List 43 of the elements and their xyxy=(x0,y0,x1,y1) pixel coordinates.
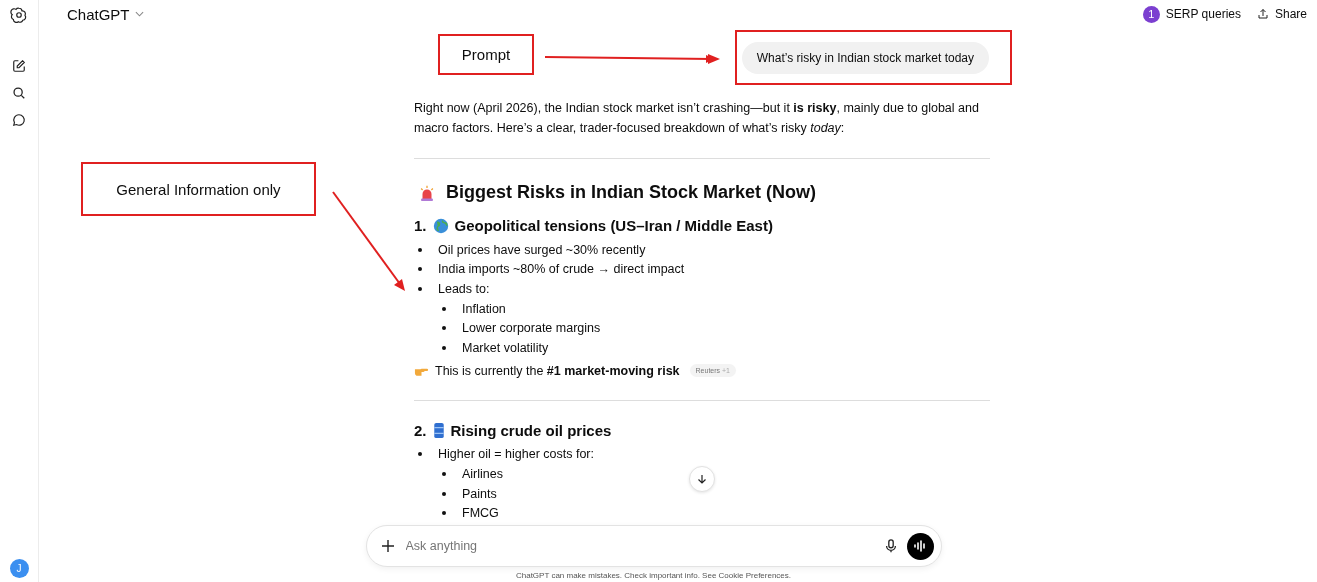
model-selector[interactable]: ChatGPT xyxy=(61,1,150,27)
message-composer[interactable]: Ask anything xyxy=(365,525,942,567)
bullet-text: Higher oil = higher costs for: xyxy=(438,447,594,462)
chat-bubble-icon[interactable] xyxy=(12,113,26,127)
share-button[interactable]: Share xyxy=(1256,7,1307,21)
serp-queries-button[interactable]: 1 SERP queries xyxy=(1142,5,1241,23)
section-heading: Geopolitical tensions (US–Iran / Middle East) xyxy=(454,217,773,234)
message-input[interactable]: Ask anything xyxy=(403,538,875,554)
search-icon[interactable] xyxy=(12,86,26,100)
bullet-text: FMCG xyxy=(462,506,499,521)
response-heading: Biggest Risks in Indian Stock Market (Now) xyxy=(446,182,817,203)
disclaimer-text: ChatGPT can make mistakes. Check important info. See Cookie Preferences. xyxy=(515,571,792,580)
count-badge: 1 xyxy=(1142,5,1160,23)
globe-icon xyxy=(432,217,449,234)
waveform-icon xyxy=(913,540,927,552)
annotation-box: General Information only xyxy=(81,162,316,216)
arrow-down-icon xyxy=(696,473,708,485)
bullet-text: Oil prices have surged ~30% recently xyxy=(438,242,646,257)
voice-mode-button[interactable] xyxy=(906,532,934,560)
new-chat-icon[interactable] xyxy=(12,59,26,73)
barrel-icon xyxy=(432,421,445,439)
siren-icon xyxy=(418,183,436,202)
bullet-text: Paints xyxy=(462,486,497,501)
bullet-text: Market volatility xyxy=(462,340,549,355)
share-icon xyxy=(1256,8,1269,20)
user-message: What’s risky in Indian stock market today xyxy=(741,42,989,74)
bullet-text: Airlines xyxy=(462,466,503,481)
bullet-text: Leads to: xyxy=(438,282,490,296)
bullet-text: Inflation xyxy=(462,301,506,316)
section-heading: Rising crude oil prices xyxy=(450,421,612,439)
bullet-text: Lower corporate margins xyxy=(462,321,601,336)
logo-icon[interactable] xyxy=(10,6,28,24)
bullet-text: India imports ~80% of crude → direct impact xyxy=(438,262,685,277)
annotation-box: Prompt xyxy=(438,34,534,75)
microphone-icon[interactable] xyxy=(884,539,897,553)
section-number: 2. xyxy=(414,421,427,439)
chevron-down-icon xyxy=(134,11,144,17)
serp-queries-label: SERP queries xyxy=(1165,7,1241,21)
plus-icon[interactable] xyxy=(381,540,394,552)
note-text: This is currently the #1 market-moving risk xyxy=(435,363,680,378)
scroll-down-button[interactable] xyxy=(689,466,715,492)
response-paragraph: Right now (April 2026), the Indian stock market isn’t crashing—but it is risky, mainly due to global and macro factors. Here’s a clear, trader-focused breakdown of what’s risky today: xyxy=(414,100,980,137)
section-number: 1. xyxy=(414,217,427,234)
